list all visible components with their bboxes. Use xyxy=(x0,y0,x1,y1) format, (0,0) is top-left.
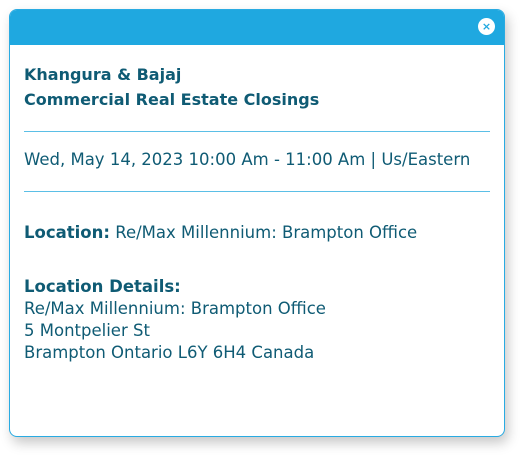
location-details-line: Re/Max Millennium: Brampton Office xyxy=(24,299,326,318)
location-details-line: Brampton Ontario L6Y 6H4 Canada xyxy=(24,343,315,362)
event-popup: × Khangura & Bajaj Commercial Real Estat… xyxy=(9,9,505,437)
location-label: Location: xyxy=(24,223,110,242)
event-datetime: Wed, May 14, 2023 10:00 Am - 11:00 Am | … xyxy=(24,150,471,169)
popup-header: × xyxy=(10,10,504,45)
location-value: Re/Max Millennium: Brampton Office xyxy=(115,223,418,242)
event-title-line-1: Khangura & Bajaj xyxy=(24,65,182,84)
popup-body: Khangura & Bajaj Commercial Real Estate … xyxy=(24,62,490,364)
location-details-line: 5 Montpelier St xyxy=(24,321,150,340)
close-icon: × xyxy=(481,20,492,33)
close-button[interactable]: × xyxy=(478,18,495,35)
location-details: Location Details: Re/Max Millennium: Bra… xyxy=(24,276,490,364)
divider-bottom xyxy=(24,191,490,192)
location-details-label: Location Details: xyxy=(24,277,181,296)
event-title-line-2: Commercial Real Estate Closings xyxy=(24,90,320,109)
event-location: Location: Re/Max Millennium: Brampton Of… xyxy=(24,222,490,244)
event-title: Khangura & Bajaj Commercial Real Estate … xyxy=(24,62,490,112)
